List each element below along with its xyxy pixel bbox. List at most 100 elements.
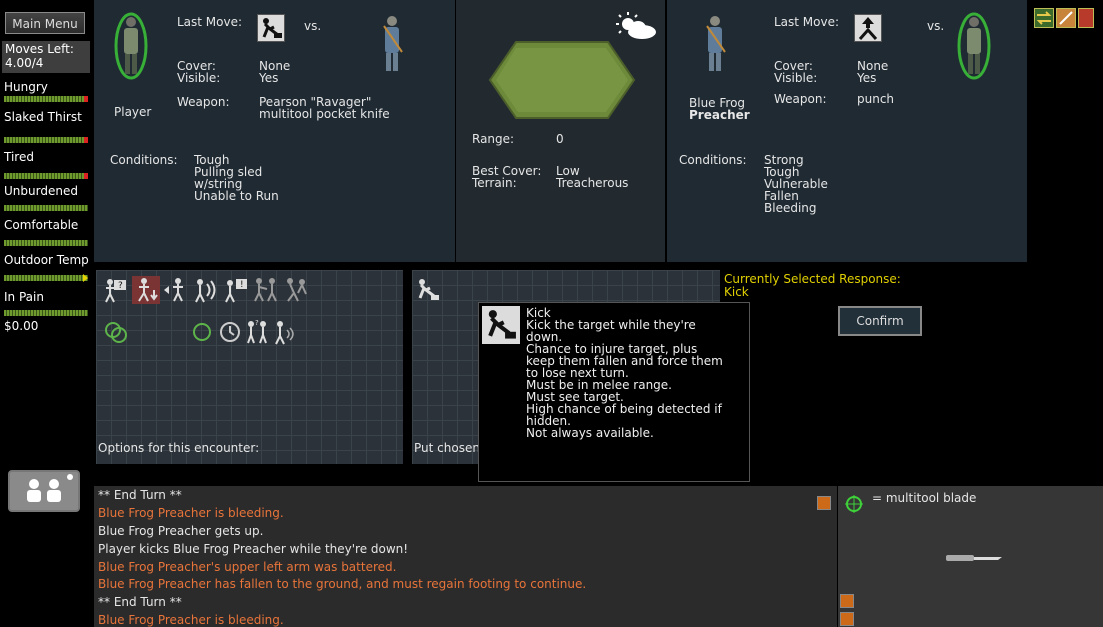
options-caption: Options for this encounter: bbox=[98, 441, 260, 455]
status-temp-bar bbox=[4, 274, 88, 282]
status-warning-marker bbox=[84, 173, 88, 179]
player-weapon-label: Weapon: bbox=[177, 95, 230, 109]
player-last-move-kick-icon bbox=[257, 14, 285, 42]
player-figure-icon bbox=[957, 12, 991, 80]
right-toolbar bbox=[1028, 0, 1103, 484]
status-burden-bar bbox=[4, 205, 88, 211]
status-comfort-label: Comfortable bbox=[4, 218, 79, 232]
svg-text:?: ? bbox=[255, 319, 259, 327]
player-conditions-label: Conditions: bbox=[110, 153, 178, 167]
terrain-panel: Range: 0 Best Cover: Low Terrain: Treach… bbox=[456, 0, 665, 262]
option-alert-icon[interactable]: ! bbox=[222, 276, 250, 304]
option-whistle-icon[interactable] bbox=[272, 318, 300, 346]
enemy-portrait-icon bbox=[706, 16, 726, 71]
alert-icon[interactable] bbox=[1078, 8, 1094, 28]
svg-text:?: ? bbox=[118, 281, 123, 291]
log-line: Blue Frog Preacher has fallen to the gro… bbox=[98, 577, 587, 591]
enemy-panel: Last Move: vs. Cover: None Visible: Yes … bbox=[667, 0, 1027, 262]
kick-tooltip: Kick Kick the target while they're down.… bbox=[478, 302, 750, 482]
log-line: Blue Frog Preacher is bleeding. bbox=[98, 506, 284, 520]
party-button[interactable] bbox=[8, 470, 80, 512]
log-scroll-up-button[interactable] bbox=[817, 496, 831, 510]
money-value: $0.00 bbox=[4, 319, 39, 333]
option-clock-icon[interactable] bbox=[216, 318, 244, 346]
status-burden-label: Unburdened bbox=[4, 184, 78, 198]
terrain-value: Treacherous bbox=[556, 176, 629, 190]
range-label: Range: bbox=[472, 132, 515, 146]
weapon-panel: = multitool blade bbox=[838, 486, 1103, 627]
status-tired-label: Tired bbox=[4, 150, 34, 164]
enemy-figure-icon bbox=[383, 16, 403, 71]
status-trend-arrow-icon bbox=[83, 274, 88, 282]
status-warning-marker bbox=[84, 96, 88, 102]
swap-icon[interactable] bbox=[1034, 8, 1054, 28]
tooltip-line: Not always available. bbox=[526, 426, 654, 440]
status-warning-marker bbox=[84, 137, 88, 143]
status-pain-bar bbox=[4, 310, 88, 316]
tools-icon[interactable] bbox=[1056, 8, 1076, 28]
enemy-name-line2: Preacher bbox=[689, 108, 750, 122]
enemy-vs-label: vs. bbox=[927, 19, 945, 33]
svg-text:!: ! bbox=[240, 280, 244, 290]
selected-response: Currently Selected Response: Kick bbox=[724, 273, 901, 299]
player-weapon-line2: multitool pocket knife bbox=[259, 107, 390, 121]
enemy-weapon-value: punch bbox=[857, 92, 895, 106]
selected-response-value: Kick bbox=[724, 285, 749, 299]
log-line: Player kicks Blue Frog Preacher while th… bbox=[98, 542, 409, 556]
option-wait-icon[interactable] bbox=[188, 318, 216, 346]
option-crouch-icon[interactable] bbox=[132, 276, 160, 304]
log-line: Blue Frog Preacher gets up. bbox=[98, 524, 264, 538]
status-pain-label: In Pain bbox=[4, 290, 44, 304]
moves-left-label: Moves Left: bbox=[5, 42, 74, 56]
terrain-tile-icon bbox=[488, 41, 636, 119]
options-panel: ? ! ? Options for this encounter: bbox=[96, 270, 403, 464]
player-condition: Unable to Run bbox=[194, 189, 279, 203]
weapon-legend: = multitool blade bbox=[872, 491, 977, 505]
range-value: 0 bbox=[556, 132, 564, 146]
status-comfort-bar bbox=[4, 240, 88, 246]
option-fight-icon[interactable] bbox=[252, 276, 280, 304]
enemy-last-move-getup-icon bbox=[854, 14, 882, 42]
log-line: ** End Turn ** bbox=[98, 488, 182, 502]
enemy-conditions-label: Conditions: bbox=[679, 153, 747, 167]
moves-left-box: Moves Left: 4.00/4 bbox=[2, 41, 90, 73]
option-shout-icon[interactable] bbox=[192, 276, 220, 304]
log-line: ** End Turn ** bbox=[98, 595, 182, 609]
moves-left-value: 4.00/4 bbox=[5, 56, 44, 70]
response-kick-icon[interactable] bbox=[414, 276, 442, 304]
tooltip-kick-icon bbox=[482, 306, 520, 344]
log-line: Blue Frog Preacher is bleeding. bbox=[98, 613, 284, 627]
status-hungry-label: Hungry bbox=[4, 80, 48, 94]
option-search-cover-icon[interactable]: ? bbox=[102, 276, 130, 304]
player-vs-label: vs. bbox=[304, 19, 322, 33]
player-name: Player bbox=[114, 105, 152, 119]
enemy-visible-label: Visible: bbox=[774, 71, 818, 85]
enemy-condition: Bleeding bbox=[764, 201, 817, 215]
weapon-scroll-up-button[interactable] bbox=[840, 594, 854, 608]
status-hungry-bar bbox=[4, 96, 88, 102]
confirm-button[interactable]: Confirm bbox=[838, 306, 922, 336]
status-thirst-label: Slaked Thirst bbox=[4, 110, 82, 124]
status-tired-bar bbox=[4, 173, 88, 179]
combat-log[interactable]: ** End Turn ** Blue Frog Preacher is ble… bbox=[94, 486, 837, 627]
selected-response-label: Currently Selected Response: bbox=[724, 272, 901, 286]
enemy-weapon-label: Weapon: bbox=[774, 92, 827, 106]
player-visible-value: Yes bbox=[259, 71, 279, 85]
player-visible-label: Visible: bbox=[177, 71, 221, 85]
crosshair-icon bbox=[845, 495, 863, 513]
status-thirst-bar bbox=[4, 137, 88, 143]
party-icon bbox=[27, 474, 73, 502]
status-sidebar: Main Menu Moves Left: 4.00/4 Hungry Slak… bbox=[0, 0, 92, 627]
weapon-scroll-down-button[interactable] bbox=[840, 612, 854, 626]
option-talk-icon[interactable]: ? bbox=[244, 318, 272, 346]
player-last-move-label: Last Move: bbox=[177, 15, 243, 29]
status-temp-label: Outdoor Temp bbox=[4, 253, 89, 267]
tooltip-text: Kick Kick the target while they're down.… bbox=[526, 307, 746, 439]
option-rope-icon[interactable] bbox=[102, 318, 130, 346]
option-retreat-icon[interactable] bbox=[162, 276, 190, 304]
multitool-blade-icon bbox=[946, 555, 1002, 561]
player-figure-icon bbox=[114, 12, 148, 80]
enemy-last-move-label: Last Move: bbox=[774, 15, 840, 29]
option-wrestle-icon[interactable] bbox=[282, 276, 310, 304]
main-menu-button[interactable]: Main Menu bbox=[5, 12, 85, 34]
